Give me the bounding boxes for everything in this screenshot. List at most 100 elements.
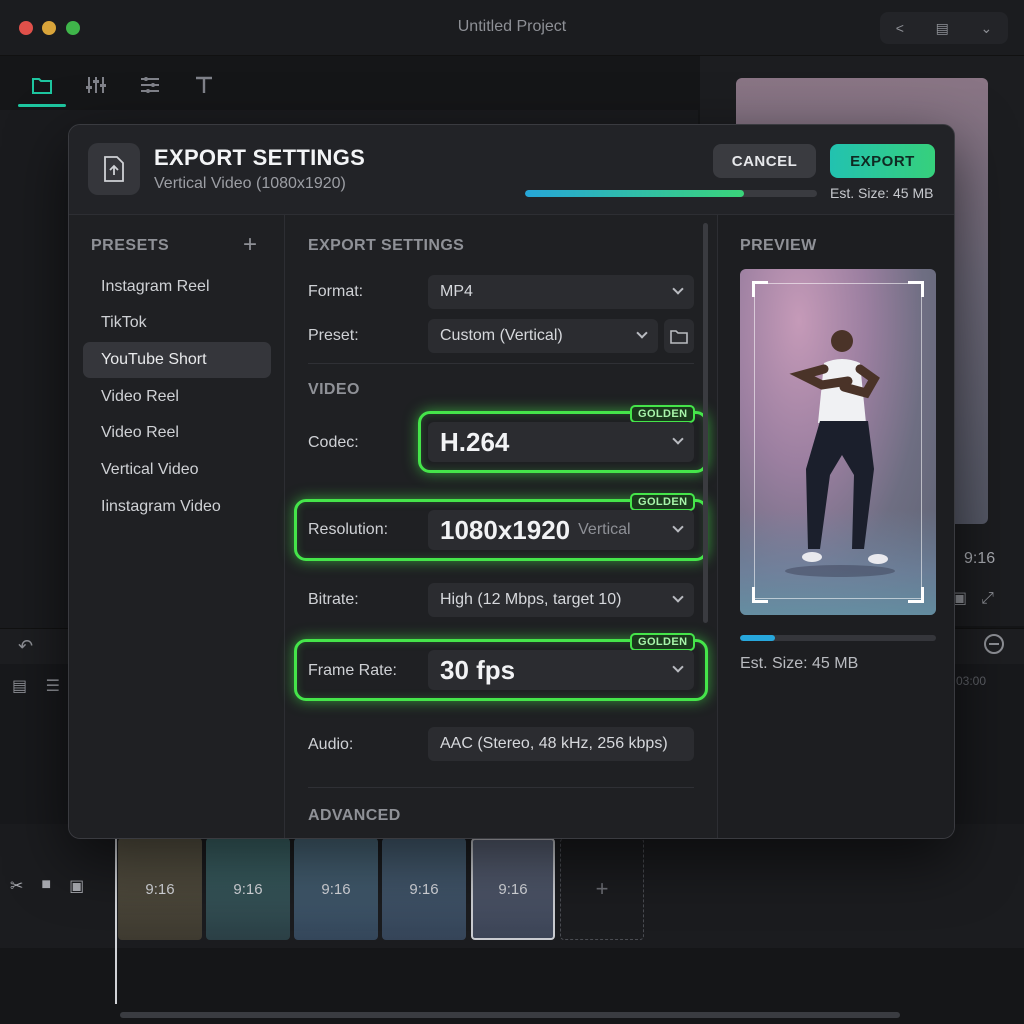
crop-corner-handle[interactable] [752,281,768,297]
format-value: MP4 [440,283,473,300]
settings-scrollbar[interactable] [703,223,708,623]
timeline-scrollbar[interactable] [120,1012,900,1018]
preset-item-selected[interactable]: YouTube Short [83,342,271,378]
resolution-label: Resolution: [308,521,389,538]
timeline-clip[interactable]: 9:16 [206,838,290,940]
timeline-time-label: 03:00 [956,674,987,688]
list-icon[interactable]: ☰ [46,678,60,695]
timeline-clip-selected[interactable]: 9:16 [471,838,555,940]
chevron-down-icon[interactable]: ⌄ [980,20,992,37]
crop-corner-handle[interactable] [908,587,924,603]
resolution-value: 1080x1920 [440,514,571,545]
text-tool-icon[interactable] [190,71,218,99]
golden-tag: GOLDEN [630,405,696,423]
export-button[interactable]: EXPORT [830,144,935,178]
preset-item[interactable]: Video Reel [83,379,271,415]
chevron-down-icon [672,591,684,603]
settings-panel: EXPORT SETTINGS Format: MP4 Preset: Cust… [286,215,716,838]
frame-rate-label: Frame Rate: [308,662,397,679]
preset-value: Custom (Vertical) [440,327,563,344]
snapshot-icon[interactable]: ▣ [952,590,981,607]
crop-frame [754,283,922,599]
bitrate-select[interactable]: High (12 Mbps, target 10) [428,583,694,617]
aspect-ratio-label[interactable]: 9:16 [964,550,995,568]
frame-rate-value: 30 fps [440,654,516,685]
playhead[interactable] [115,826,117,1004]
timeline-clip[interactable]: 9:16 [118,838,202,940]
export-progress-bar [525,190,817,197]
export-settings-heading: EXPORT SETTINGS [308,237,465,254]
export-settings-dialog: EXPORT SETTINGS Vertical Video (1080x192… [68,124,955,839]
preview-progress-bar [740,635,936,641]
presets-panel: PRESETS + Instagram Reel TikTok YouTube … [69,215,285,838]
preset-item[interactable]: Instagram Reel [83,269,271,305]
divider [308,787,694,788]
clip-ratio-label: 9:16 [409,880,439,898]
resolution-select[interactable]: 1080x1920 Vertical [428,510,694,550]
presets-heading: PRESETS [91,237,170,254]
preview-heading: PREVIEW [740,237,817,254]
main-toolbar [18,62,698,108]
add-clip-button[interactable]: + [560,838,644,940]
preview-estimated-size: Est. Size: 45 MB [740,655,859,672]
folder-icon[interactable] [664,319,694,353]
add-preset-button[interactable]: + [243,231,257,259]
resolution-orientation: Vertical [578,521,631,538]
share-icon[interactable]: < [896,20,904,36]
preset-item[interactable]: TikTok [83,305,271,341]
zoom-out-icon[interactable] [984,634,1004,654]
advanced-heading[interactable]: ADVANCED [308,807,401,825]
timeline-clip[interactable]: 9:16 [382,838,466,940]
chevron-down-icon [672,283,684,295]
adjustments-icon[interactable] [136,71,164,99]
dialog-title: EXPORT SETTINGS [154,145,366,170]
dialog-subtitle: Vertical Video (1080x1920) [154,175,346,192]
audio-select[interactable]: AAC (Stereo, 48 kHz, 256 kbps) [428,727,694,761]
video-heading: VIDEO [308,381,360,398]
clip-ratio-label: 9:16 [321,880,351,898]
fullscreen-icon[interactable]: ⤢ [981,590,1008,607]
track-tools: ✂ ■ ▣ [10,876,84,896]
preview-frame [740,269,936,615]
undo-icon[interactable]: ↶ [18,636,33,657]
bitrate-value: High (12 Mbps, target 10) [440,591,622,608]
window-controls: < ▤ ⌄ [880,12,1008,44]
export-file-icon [88,143,140,195]
golden-tag: GOLDEN [630,493,696,511]
codec-select[interactable]: H.264 [428,422,694,462]
folder-icon[interactable] [28,71,56,99]
title-bar: Untitled Project < ▤ ⌄ [0,0,1024,56]
preview-panel: PREVIEW Est. Size: 45 MB [717,215,954,838]
track-settings-icon[interactable]: ▣ [69,876,84,896]
chevron-down-icon [672,433,684,445]
scissors-icon[interactable]: ✂ [10,876,23,896]
timeline-side-icons: ▤ ☰ [12,676,60,696]
preset-item[interactable]: Video Reel [83,415,271,451]
panel-icon[interactable]: ▤ [936,20,949,37]
lock-icon[interactable]: ■ [41,876,51,896]
clip-ratio-label: 9:16 [233,880,263,898]
preset-select[interactable]: Custom (Vertical) [428,319,658,353]
frame-rate-select[interactable]: 30 fps [428,650,694,690]
timeline-clip[interactable]: 9:16 [294,838,378,940]
golden-tag: GOLDEN [630,633,696,651]
format-label: Format: [308,283,364,300]
preset-item[interactable]: Vertical Video [83,452,271,488]
clip-ratio-label: 9:16 [145,880,175,898]
preset-item[interactable]: Iinstagram Video [83,489,271,525]
crop-corner-handle[interactable] [908,281,924,297]
codec-value: H.264 [440,426,510,457]
clip-ratio-label: 9:16 [498,880,528,898]
codec-label: Codec: [308,434,359,451]
active-tool-indicator [18,104,66,107]
cancel-button[interactable]: CANCEL [713,144,816,178]
captions-icon[interactable]: ▤ [12,678,27,695]
preset-label: Preset: [308,327,359,344]
viewer-controls: ▣⤢ [952,588,1008,608]
crop-corner-handle[interactable] [752,587,768,603]
format-select[interactable]: MP4 [428,275,694,309]
audio-mixer-icon[interactable] [82,71,110,99]
estimated-size: Est. Size: 45 MB [830,185,934,201]
dialog-header: EXPORT SETTINGS Vertical Video (1080x192… [69,125,954,215]
chevron-down-icon [672,661,684,673]
